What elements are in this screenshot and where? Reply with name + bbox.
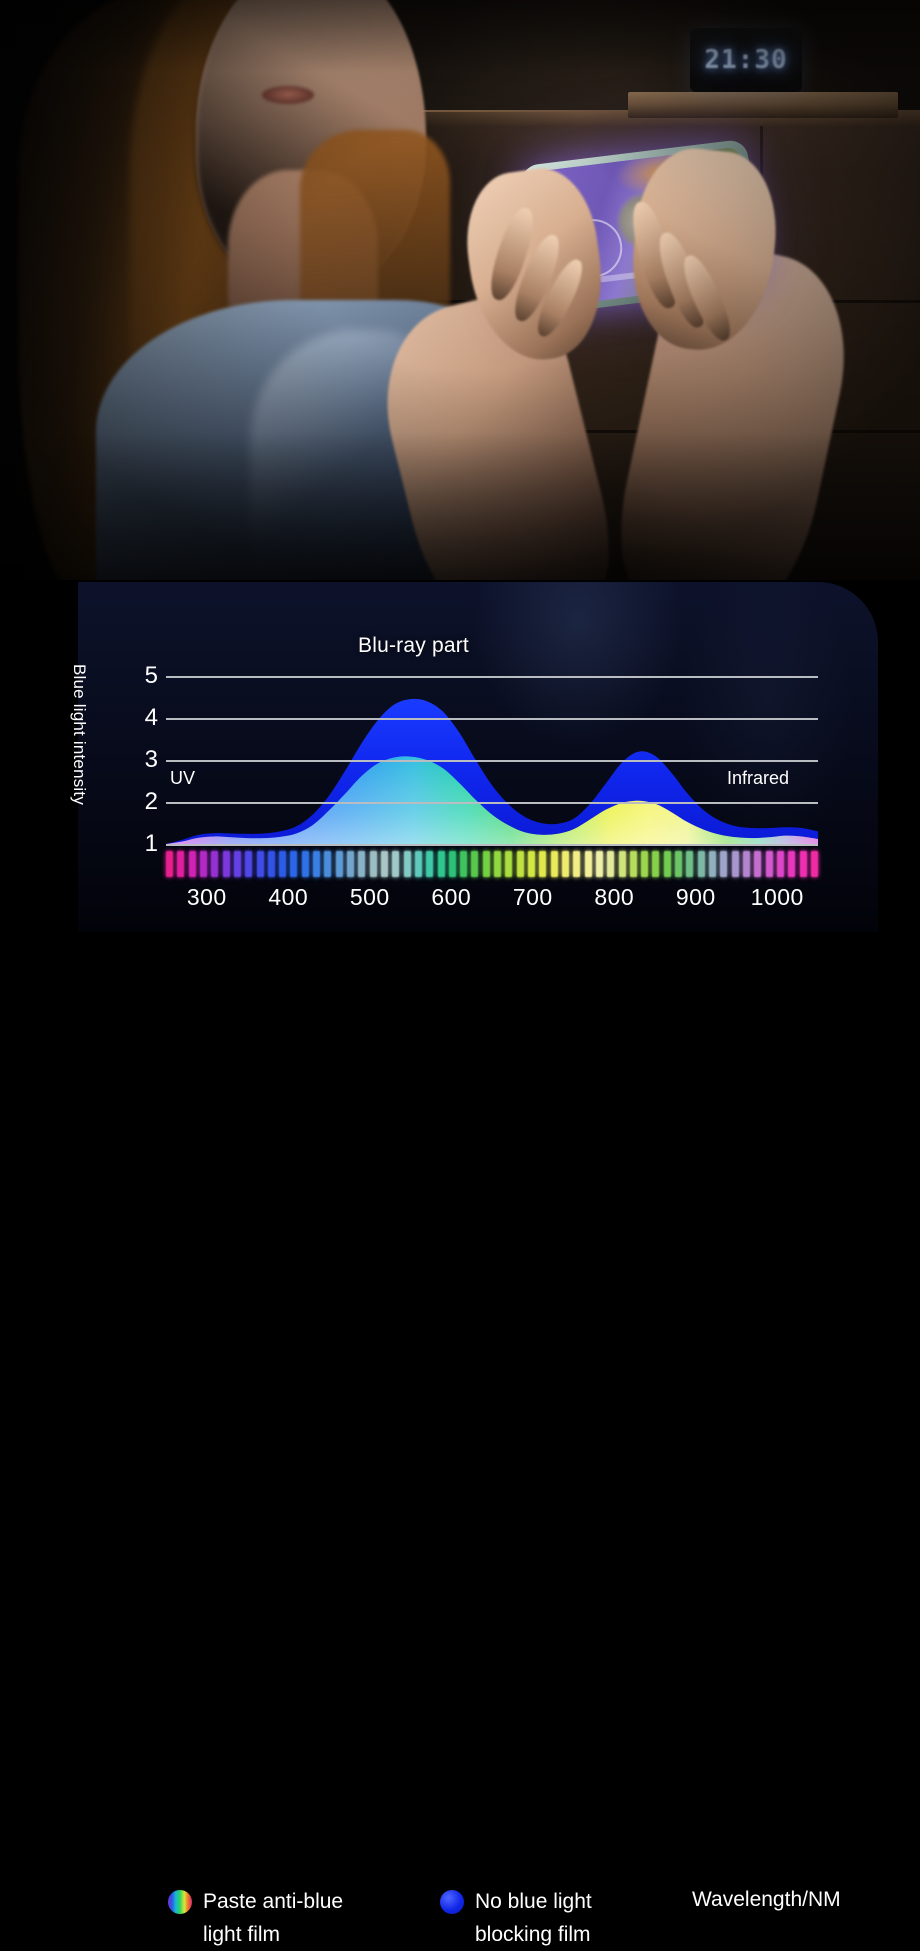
spectrum-bar-segment xyxy=(663,851,671,877)
gridline xyxy=(166,718,818,720)
spectrum-bar-segment xyxy=(550,851,558,877)
spectrum-bar-segment xyxy=(392,851,400,877)
spectrum-bar-segment xyxy=(482,851,490,877)
spectrum-bar-segment xyxy=(618,851,626,877)
spectrum-bar-segment xyxy=(335,851,343,877)
spectrum-bar-segment xyxy=(720,851,728,877)
spectrum-bar-segment xyxy=(177,851,185,877)
spectrum-bar-segment xyxy=(256,851,264,877)
rainbow-dot-icon xyxy=(168,1890,192,1914)
spectrum-bar-segment xyxy=(584,851,592,877)
legend-item-anti-blue-film[interactable]: Paste anti-blue light film xyxy=(168,1886,343,1951)
spectrum-bar-segment xyxy=(403,851,411,877)
spectrum-bar-segment xyxy=(709,851,716,877)
y-axis-title: Blue light intensity xyxy=(70,664,89,806)
spectrum-bar-segment xyxy=(437,851,445,877)
spectrum-bar-segment xyxy=(426,851,434,877)
spectrum-bar-segment xyxy=(505,851,513,877)
spectrum-bar-segment xyxy=(561,851,569,877)
spectrum-bar-segment xyxy=(539,851,547,877)
x-tick-label: 1000 xyxy=(750,884,804,910)
spectrum-bar-segment xyxy=(188,851,196,877)
spectrum-bar-segment xyxy=(516,851,524,877)
y-tick-label: 5 xyxy=(144,662,158,689)
spectrum-bar-segment xyxy=(810,851,818,877)
spectrum-bar-segment xyxy=(494,851,502,877)
spectrum-bar-segment xyxy=(166,851,173,877)
blue-dot-icon xyxy=(440,1890,464,1914)
y-tick-label: 4 xyxy=(144,704,158,731)
spectrum-bar-segment xyxy=(607,851,615,877)
legend-label-no-blocking-film: No blue light blocking film xyxy=(475,1886,592,1951)
spectrum-bar-segment xyxy=(641,851,649,877)
spectrum-bar-segment xyxy=(290,851,298,877)
x-tick-label: 900 xyxy=(675,884,716,910)
spectrum-color-strip xyxy=(166,851,818,877)
spectrum-bar-segment xyxy=(279,851,287,877)
y-tick-label: 2 xyxy=(144,788,158,815)
x-tick-label: 800 xyxy=(594,884,635,910)
spectrum-bar-segment xyxy=(313,851,321,877)
legend-line-2: blocking film xyxy=(475,1922,591,1946)
spectrum-bar-segment xyxy=(233,851,241,877)
legend-line-1: Paste anti-blue xyxy=(203,1890,344,1913)
spectrum-bar-segment xyxy=(347,851,354,877)
spectrum-bar-segment xyxy=(448,851,456,877)
y-tick-label: 1 xyxy=(144,830,158,857)
gridline xyxy=(166,802,818,804)
spectrum-bar-segment xyxy=(222,851,230,877)
spectrum-bar-segment xyxy=(776,851,784,877)
spectrum-bar-segment xyxy=(573,851,581,877)
x-axis-ticks: 300 400 500 600 700 800 900 1000 xyxy=(166,884,818,914)
gridline xyxy=(166,760,818,762)
spectrum-bar-segment xyxy=(267,851,275,877)
night-phone-usage-photo: 21:30 xyxy=(0,0,920,600)
uv-zone-label: UV xyxy=(170,768,196,788)
spectrum-bar-segment xyxy=(324,851,332,877)
legend-line-2: light film xyxy=(203,1922,281,1946)
spectrum-bar-segment xyxy=(788,851,796,877)
x-tick-label: 300 xyxy=(186,884,227,910)
spectrum-bar-segment xyxy=(528,851,535,877)
spectrum-bar-segment xyxy=(471,851,479,877)
spectrum-bar-segment xyxy=(629,851,637,877)
gridline xyxy=(166,676,818,678)
spectrum-bar-segment xyxy=(199,851,207,877)
legend-line-1: No blue light xyxy=(475,1890,592,1913)
spectrum-bar-segment xyxy=(799,851,807,877)
spectrum-bar-segment xyxy=(380,851,388,877)
x-tick-label: 600 xyxy=(431,884,472,910)
y-tick-label: 3 xyxy=(144,746,158,773)
spectrum-bar-segment xyxy=(731,851,739,877)
infrared-zone-label: Infrared xyxy=(727,768,790,788)
legend-label-anti-blue-film: Paste anti-blue light film xyxy=(203,1886,343,1951)
x-tick-label: 700 xyxy=(512,884,553,910)
photo-vignette xyxy=(0,0,920,600)
spectrum-bar-segment xyxy=(697,851,705,877)
spectrum-bar-segment xyxy=(754,851,762,877)
spectrum-bar-segment xyxy=(652,851,660,877)
spectrum-bar-segment xyxy=(369,851,377,877)
spectrum-curves xyxy=(166,698,818,844)
spectrum-bar-segment xyxy=(595,851,603,877)
x-axis-title: Wavelength/NM xyxy=(692,1888,841,1911)
spectrum-bar-segment xyxy=(414,851,422,877)
x-tick-label: 400 xyxy=(268,884,309,910)
spectrum-bar-segment xyxy=(686,851,694,877)
spectrum-bar-segment xyxy=(301,851,309,877)
chart-title: Blu-ray part xyxy=(358,634,469,657)
chart-legend: Paste anti-blue light film No blue light… xyxy=(0,940,920,1946)
spectrum-bar-segment xyxy=(245,851,253,877)
spectrum-bar-segment xyxy=(358,851,366,877)
spectrum-bar-segment xyxy=(742,851,750,877)
spectrum-bar-segment xyxy=(211,851,219,877)
gridline xyxy=(166,844,818,846)
spectrum-bar-segment xyxy=(675,851,683,877)
spectrum-bar-segment xyxy=(460,851,468,877)
legend-item-no-blocking-film[interactable]: No blue light blocking film xyxy=(440,1886,592,1951)
x-tick-label: 500 xyxy=(349,884,390,910)
spectrum-bar-segment xyxy=(765,851,773,877)
